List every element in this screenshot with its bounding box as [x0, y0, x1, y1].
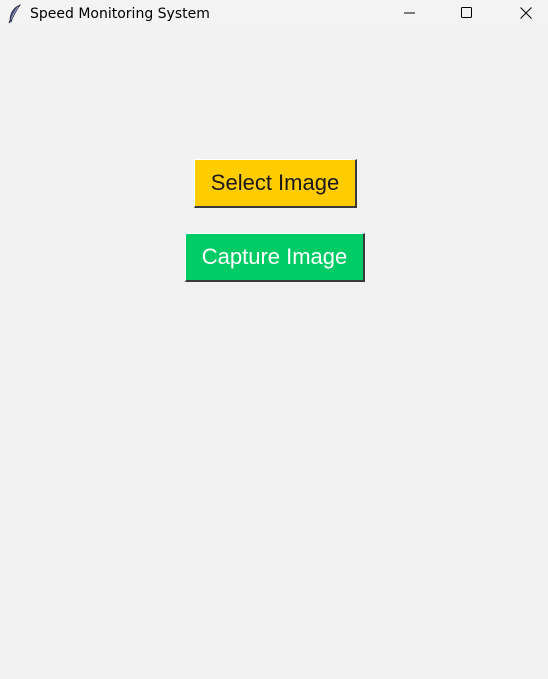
minimize-icon — [404, 6, 416, 24]
maximize-icon — [461, 6, 473, 24]
title-bar[interactable]: Speed Monitoring System — [0, 0, 548, 29]
feather-icon — [7, 4, 23, 24]
maximize-button[interactable] — [444, 0, 490, 29]
close-icon — [520, 6, 532, 24]
close-button[interactable] — [503, 0, 548, 29]
app-window: Speed Monitoring System Select Image Cap… — [0, 0, 548, 679]
main-content: Select Image Capture Image — [0, 29, 548, 679]
capture-image-button[interactable]: Capture Image — [185, 233, 365, 282]
minimize-button[interactable] — [387, 0, 433, 29]
select-image-button[interactable]: Select Image — [194, 159, 357, 208]
window-title: Speed Monitoring System — [30, 6, 210, 22]
